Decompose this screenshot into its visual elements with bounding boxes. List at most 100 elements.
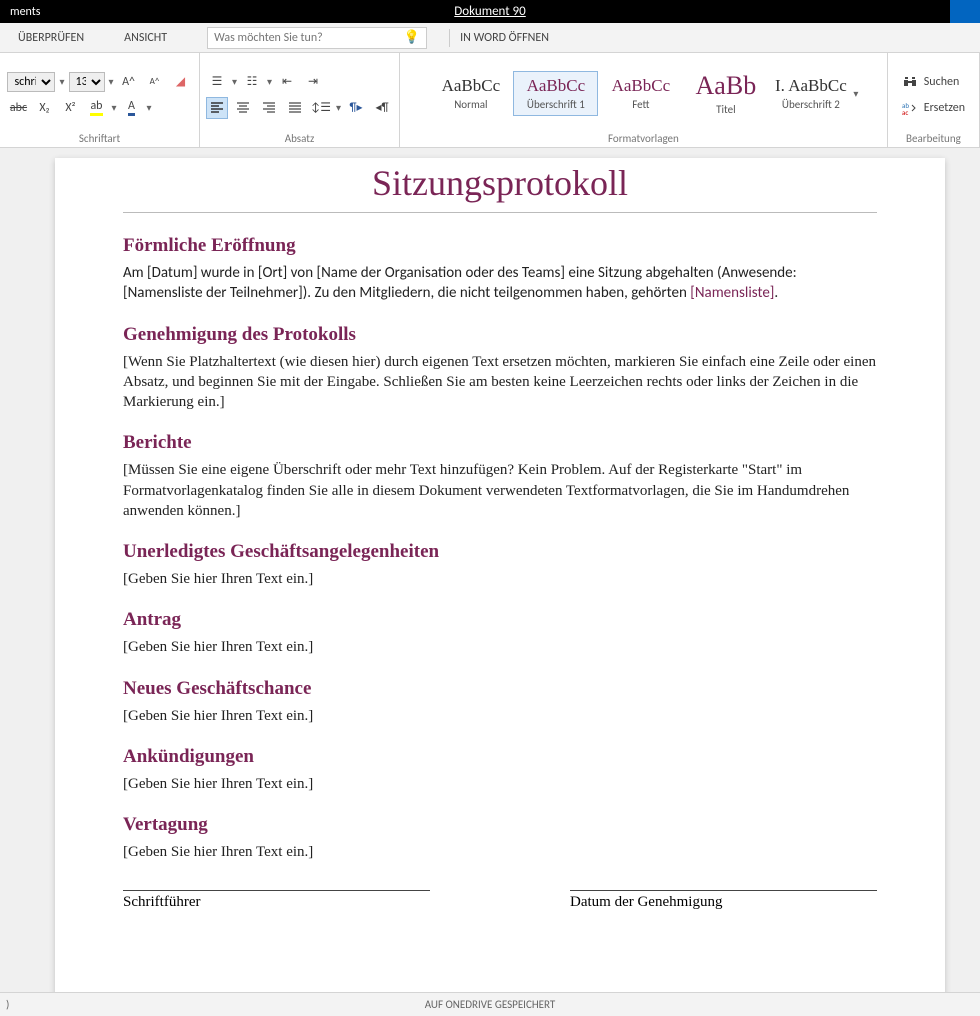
tell-me-search[interactable]: 💡 <box>207 27 427 49</box>
justify-button[interactable] <box>284 97 306 119</box>
bulb-icon: 💡 <box>404 30 420 45</box>
section-heading[interactable]: Antrag <box>123 609 877 631</box>
style-sample: AaBb <box>683 71 768 101</box>
placeholder-link[interactable]: [Namensliste] <box>690 284 774 302</box>
style-sample: AaBbCc <box>428 76 513 96</box>
open-in-word-button[interactable]: IN WORD ÖFFNEN <box>460 31 549 45</box>
section: Unerledigtes Geschäftsangelegenheiten [G… <box>123 541 877 589</box>
section: Förmliche Eröffnung Am [Datum] wurde in … <box>123 235 877 304</box>
line-spacing-button[interactable]: ↕☰ <box>310 97 332 119</box>
align-center-button[interactable] <box>232 97 254 119</box>
group-label: Formatvorlagen <box>608 132 679 145</box>
document-name[interactable]: Dokument 90 <box>454 4 525 19</box>
grow-font-button[interactable]: A^ <box>118 71 140 93</box>
section-body[interactable]: [Geben Sie hier Ihren Text ein.] <box>123 842 877 862</box>
style-name: Überschrift 1 <box>514 98 597 111</box>
strikethrough-button[interactable]: abc <box>7 97 29 119</box>
status-left: ) <box>6 998 9 1011</box>
section-body[interactable]: [Müssen Sie eine eigene Überschrift oder… <box>123 460 877 521</box>
section-heading[interactable]: Unerledigtes Geschäftsangelegenheiten <box>123 541 877 563</box>
tab-review[interactable]: ÜBERPRÜFEN <box>18 31 84 45</box>
numbering-button[interactable]: ☷ <box>241 71 263 93</box>
section-body[interactable]: Am [Datum] wurde in [Ort] von [Name der … <box>123 263 877 304</box>
section: Neues Geschäftschance [Geben Sie hier Ih… <box>123 678 877 726</box>
style-heading2[interactable]: I. AaBbCc Überschrift 2 <box>768 72 853 115</box>
font-size-select[interactable]: 13 <box>69 72 105 92</box>
bullets-button[interactable]: ☰ <box>206 71 228 93</box>
style-name: Überschrift 2 <box>768 98 853 111</box>
decrease-indent-button[interactable]: ⇤ <box>276 71 298 93</box>
replace-icon: abac <box>902 100 918 116</box>
ribbon-tabs: ÜBERPRÜFEN ANSICHT 💡 IN WORD ÖFFNEN <box>0 23 980 53</box>
shrink-font-button[interactable]: A^ <box>144 71 166 93</box>
chevron-down-icon: ▾ <box>147 101 152 114</box>
group-label: Bearbeitung <box>906 132 961 145</box>
align-left-button[interactable] <box>206 97 228 119</box>
section-heading[interactable]: Berichte <box>123 432 877 454</box>
page[interactable]: Sitzungsprotokoll Förmliche Eröffnung Am… <box>55 158 945 992</box>
ribbon: schri▾ 13▾ A^ A^ ◢ abc X₂ X² ab▾ A▾ Schr… <box>0 53 980 148</box>
style-sample: I. AaBbCc <box>768 76 853 96</box>
section-body[interactable]: [Geben Sie hier Ihren Text ein.] <box>123 637 877 657</box>
style-heading1[interactable]: AaBbCc Überschrift 1 <box>513 71 598 116</box>
section-body[interactable]: [Geben Sie hier Ihren Text ein.] <box>123 774 877 794</box>
rtl-button[interactable]: ◂¶ <box>371 97 393 119</box>
section: Ankündigungen [Geben Sie hier Ihren Text… <box>123 746 877 794</box>
chevron-down-icon: ▾ <box>59 75 64 88</box>
tab-view[interactable]: ANSICHT <box>124 31 167 45</box>
document-canvas[interactable]: Sitzungsprotokoll Förmliche Eröffnung Am… <box>0 148 980 992</box>
separator <box>449 29 450 47</box>
signature-left[interactable]: Schriftführer <box>123 890 430 911</box>
paragraph-group: ☰ ▾ ☷ ▾ ⇤ ⇥ ↕☰ ▾ ¶▸ ◂¶ <box>200 53 400 147</box>
subscript-button[interactable]: X₂ <box>33 97 55 119</box>
superscript-button[interactable]: X² <box>59 97 81 119</box>
align-right-button[interactable] <box>258 97 280 119</box>
section-heading[interactable]: Ankündigungen <box>123 746 877 768</box>
style-normal[interactable]: AaBbCc Normal <box>428 72 513 115</box>
styles-group: AaBbCc Normal AaBbCc Überschrift 1 AaBbC… <box>400 53 888 147</box>
chevron-down-icon: ▾ <box>232 75 237 88</box>
chevron-down-icon: ▾ <box>109 75 114 88</box>
title-bar: ments Dokument 90 <box>0 0 980 23</box>
font-color-button[interactable]: A <box>121 97 143 119</box>
increase-indent-button[interactable]: ⇥ <box>302 71 324 93</box>
section-heading[interactable]: Vertagung <box>123 814 877 836</box>
style-gallery: AaBbCc Normal AaBbCc Überschrift 1 AaBbC… <box>424 57 862 130</box>
replace-button[interactable]: abac Ersetzen <box>902 100 965 116</box>
chevron-down-icon[interactable]: ▾ <box>853 87 858 100</box>
document-title[interactable]: Sitzungsprotokoll <box>123 158 877 213</box>
style-title[interactable]: AaBb Titel <box>683 67 768 120</box>
section-body[interactable]: [Geben Sie hier Ihren Text ein.] <box>123 706 877 726</box>
section: Antrag [Geben Sie hier Ihren Text ein.] <box>123 609 877 657</box>
ltr-button[interactable]: ¶▸ <box>345 97 367 119</box>
chevron-down-icon: ▾ <box>267 75 272 88</box>
editing-group: Suchen abac Ersetzen Bearbeitung <box>888 53 980 147</box>
clear-formatting-button[interactable]: ◢ <box>170 71 192 93</box>
status-bar: ) AUF ONEDRIVE GESPEICHERT <box>0 992 980 1016</box>
font-name-select[interactable]: schri <box>7 72 55 92</box>
section: Berichte [Müssen Sie eine eigene Übersch… <box>123 432 877 521</box>
highlight-button[interactable]: ab <box>85 97 107 119</box>
style-name: Fett <box>598 98 683 111</box>
group-label: Absatz <box>285 132 315 145</box>
style-name: Normal <box>428 98 513 111</box>
section-heading[interactable]: Förmliche Eröffnung <box>123 235 877 257</box>
signature-right[interactable]: Datum der Genehmigung <box>570 890 877 911</box>
section-body[interactable]: [Wenn Sie Platzhaltertext (wie diesen hi… <box>123 352 877 413</box>
find-button[interactable]: Suchen <box>902 74 959 90</box>
section: Vertagung [Geben Sie hier Ihren Text ein… <box>123 814 877 862</box>
chevron-down-icon: ▾ <box>111 101 116 114</box>
style-bold[interactable]: AaBbCc Fett <box>598 72 683 115</box>
account-block[interactable] <box>950 0 980 23</box>
section-body[interactable]: [Geben Sie hier Ihren Text ein.] <box>123 569 877 589</box>
chevron-down-icon: ▾ <box>336 101 341 114</box>
search-input[interactable] <box>214 31 404 45</box>
section-heading[interactable]: Genehmigung des Protokolls <box>123 324 877 346</box>
binoculars-icon <box>902 74 918 90</box>
section-heading[interactable]: Neues Geschäftschance <box>123 678 877 700</box>
group-label: Schriftart <box>79 132 120 145</box>
style-sample: AaBbCc <box>514 76 597 96</box>
replace-label: Ersetzen <box>924 101 965 115</box>
find-label: Suchen <box>924 75 959 89</box>
title-left-text: ments <box>10 5 40 19</box>
